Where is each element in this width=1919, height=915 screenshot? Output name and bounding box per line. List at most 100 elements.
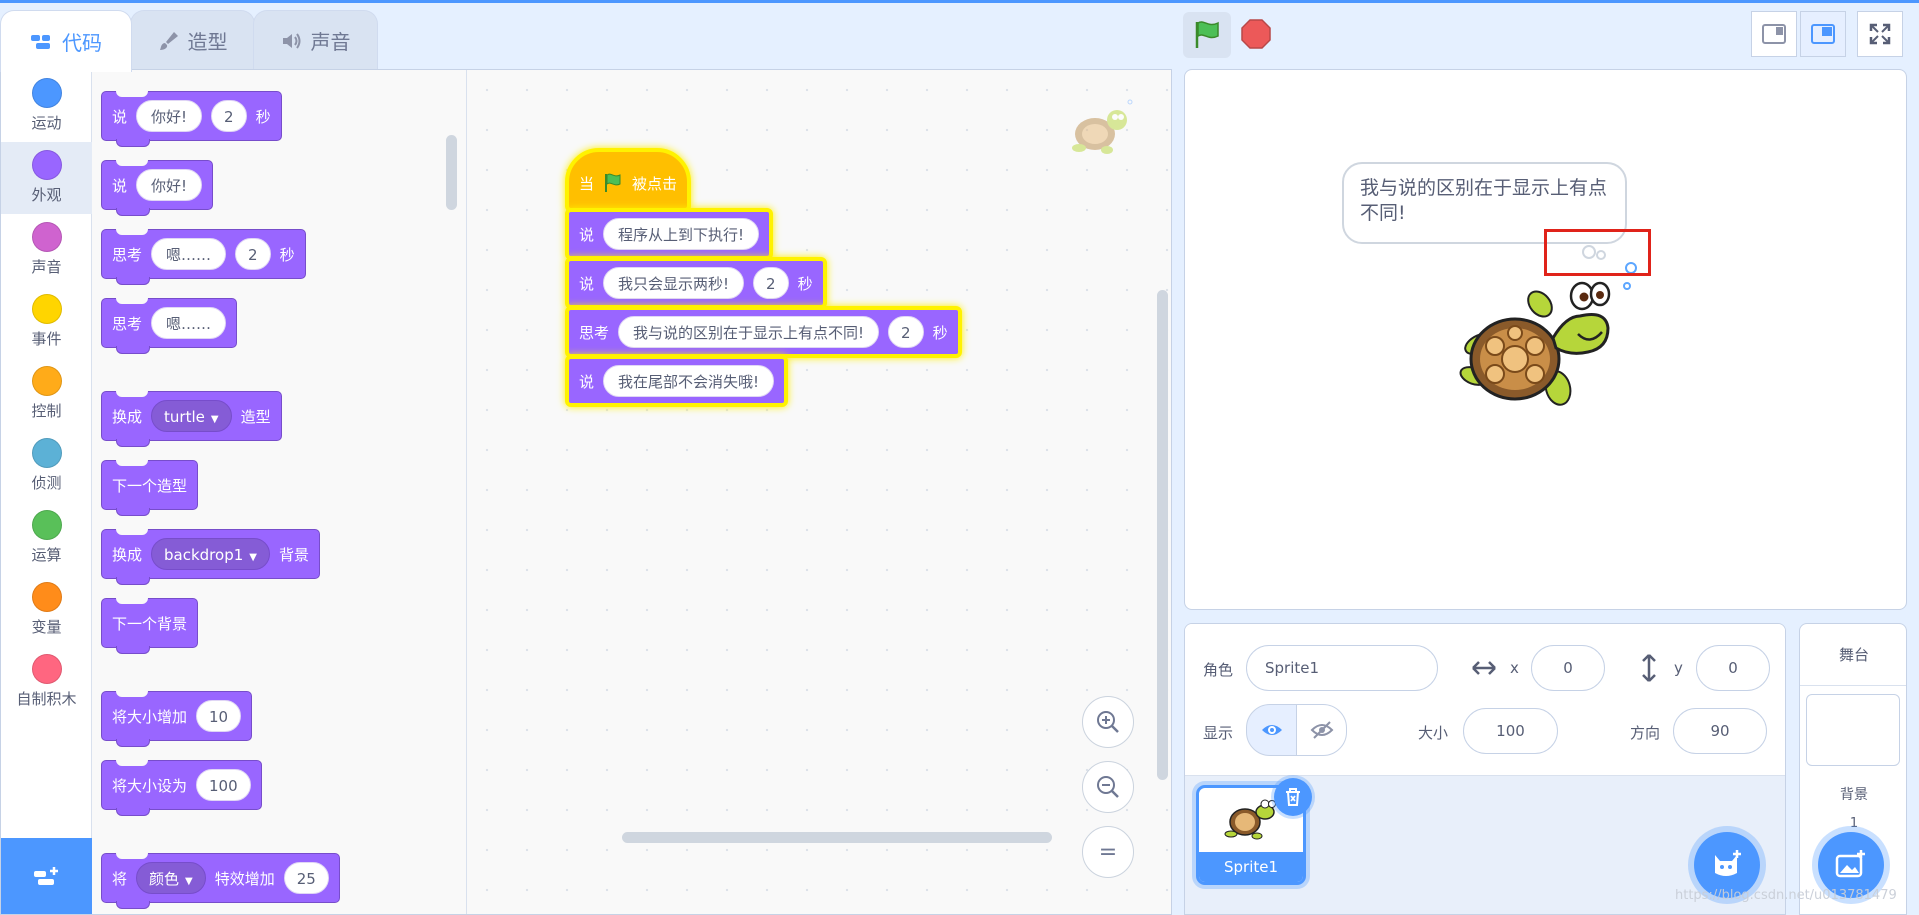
x-input[interactable]: 0 bbox=[1531, 645, 1605, 691]
block-suffix: 背景 bbox=[278, 545, 309, 564]
zoom-in-button[interactable] bbox=[1082, 696, 1134, 748]
zoom-out-button[interactable] bbox=[1082, 761, 1134, 813]
zoom-reset-button[interactable]: = bbox=[1082, 826, 1134, 878]
stop-button[interactable] bbox=[1238, 16, 1274, 52]
palette-think-for-secs-block[interactable]: 思考 嗯…… 2 秒 bbox=[101, 229, 306, 285]
sprite-thumbnail-turtle-icon bbox=[1224, 799, 1276, 840]
palette-say-block[interactable]: 说 你好! bbox=[101, 160, 214, 216]
category-operators[interactable]: 运算 bbox=[1, 502, 92, 574]
category-events[interactable]: 事件 bbox=[1, 286, 92, 358]
caret-down-icon: ▼ bbox=[210, 414, 219, 425]
hat-suffix: 被点击 bbox=[632, 175, 678, 193]
script-say-block[interactable]: 说 程序从上到下执行! bbox=[565, 208, 774, 260]
x-label: x bbox=[1510, 659, 1519, 677]
show-sprite-button[interactable] bbox=[1246, 704, 1297, 756]
category-my-blocks[interactable]: 自制积木 bbox=[1, 646, 92, 718]
backdrop-dropdown[interactable]: backdrop1 ▼ bbox=[151, 538, 270, 570]
backdrops-count: 1 bbox=[1849, 816, 1859, 831]
palette-change-size-block[interactable]: 将大小增加 10 bbox=[101, 691, 253, 747]
say-text-input[interactable]: 我只会显示两秒! bbox=[603, 267, 745, 299]
block-op: 说 bbox=[579, 372, 595, 391]
size-change-input[interactable]: 10 bbox=[196, 700, 242, 732]
add-extension-button[interactable] bbox=[1, 838, 92, 914]
eye-slash-icon bbox=[1310, 721, 1333, 739]
costume-dropdown[interactable]: turtle ▼ bbox=[151, 400, 232, 432]
turtle-sprite[interactable] bbox=[1448, 276, 1618, 421]
when-flag-clicked-hat-block[interactable]: 当 被点击 bbox=[565, 148, 691, 212]
palette-change-effect-block[interactable]: 将 颜色 ▼ 特效增加 25 bbox=[101, 853, 340, 909]
brush-icon bbox=[159, 31, 178, 50]
canvas-vertical-scrollbar[interactable] bbox=[1157, 290, 1168, 780]
say-text-input[interactable]: 你好! bbox=[136, 100, 203, 132]
secs-input[interactable]: 2 bbox=[211, 100, 247, 132]
category-label: 变量 bbox=[31, 618, 62, 636]
block-unit: 秒 bbox=[255, 107, 271, 126]
costume-value: turtle bbox=[164, 408, 205, 426]
category-label: 外观 bbox=[31, 186, 62, 204]
zoom-reset-icon: = bbox=[1098, 839, 1118, 865]
tab-costumes[interactable]: 造型 bbox=[130, 10, 255, 70]
script-say-for-secs-block[interactable]: 说 我只会显示两秒! 2 秒 bbox=[565, 257, 827, 309]
block-op: 思考 bbox=[579, 323, 610, 342]
size-input[interactable]: 100 bbox=[1463, 708, 1558, 754]
hat-prefix: 当 bbox=[579, 175, 595, 193]
stop-icon bbox=[1241, 19, 1271, 49]
palette-next-backdrop-block[interactable]: 下一个背景 bbox=[101, 598, 199, 654]
say-text-input[interactable]: 程序从上到下执行! bbox=[603, 218, 760, 250]
palette-think-block[interactable]: 思考 嗯…… bbox=[101, 298, 238, 354]
vertical-arrows-icon bbox=[1642, 654, 1656, 682]
say-text-input[interactable]: 你好! bbox=[136, 169, 203, 201]
hide-sprite-button[interactable] bbox=[1296, 704, 1347, 756]
effect-amount-input[interactable]: 25 bbox=[283, 862, 329, 894]
block-op: 将大小增加 bbox=[112, 707, 188, 726]
effect-dropdown[interactable]: 颜色 ▼ bbox=[136, 862, 206, 894]
say-text-input[interactable]: 我在尾部不会消失哦! bbox=[603, 365, 775, 397]
fullscreen-icon bbox=[1869, 23, 1891, 45]
direction-label: 方向 bbox=[1630, 724, 1661, 742]
palette-say-for-secs-block[interactable]: 说 你好! 2 秒 bbox=[101, 91, 282, 147]
secs-input[interactable]: 2 bbox=[753, 267, 789, 299]
category-motion[interactable]: 运动 bbox=[1, 70, 92, 142]
palette-scrollbar[interactable] bbox=[446, 135, 457, 210]
canvas-horizontal-scrollbar[interactable] bbox=[622, 832, 1052, 843]
editor-tabs: 代码 造型 声音 bbox=[0, 10, 1175, 72]
palette-set-size-block[interactable]: 将大小设为 100 bbox=[101, 760, 262, 816]
tab-code-label: 代码 bbox=[62, 31, 102, 55]
variables-dot-icon bbox=[31, 582, 62, 612]
tab-costumes-label: 造型 bbox=[187, 30, 228, 54]
category-sensing[interactable]: 侦测 bbox=[1, 430, 92, 502]
sprite-name-input[interactable]: Sprite1 bbox=[1246, 645, 1438, 691]
category-looks[interactable]: 外观 bbox=[1, 142, 92, 214]
add-sprite-cat-icon bbox=[1715, 850, 1741, 876]
palette-switch-costume-block[interactable]: 换成 turtle ▼ 造型 bbox=[101, 391, 282, 447]
normal-stage-button[interactable] bbox=[1800, 11, 1846, 57]
small-stage-button[interactable] bbox=[1751, 11, 1797, 57]
y-input[interactable]: 0 bbox=[1696, 645, 1770, 691]
size-set-input[interactable]: 100 bbox=[196, 769, 251, 801]
tab-code[interactable]: 代码 bbox=[0, 10, 132, 72]
palette-switch-backdrop-block[interactable]: 换成 backdrop1 ▼ 背景 bbox=[101, 529, 320, 585]
category-sound[interactable]: 声音 bbox=[1, 214, 92, 286]
category-control[interactable]: 控制 bbox=[1, 358, 92, 430]
category-label: 侦测 bbox=[31, 474, 62, 492]
block-op: 思考 bbox=[112, 245, 143, 264]
think-text-input[interactable]: 嗯…… bbox=[151, 307, 227, 339]
fullscreen-button[interactable] bbox=[1857, 11, 1903, 57]
secs-input[interactable]: 2 bbox=[888, 316, 924, 348]
script-think-for-secs-block[interactable]: 思考 我与说的区别在于显示上有点不同! 2 秒 bbox=[565, 306, 962, 358]
category-label: 声音 bbox=[31, 258, 62, 276]
palette-next-costume-block[interactable]: 下一个造型 bbox=[101, 460, 199, 516]
green-flag-button[interactable] bbox=[1183, 12, 1231, 58]
tab-sounds[interactable]: 声音 bbox=[253, 10, 378, 70]
green-flag-icon bbox=[1195, 21, 1219, 48]
sprite-name-value: Sprite1 bbox=[1265, 659, 1320, 677]
category-variables[interactable]: 变量 bbox=[1, 574, 92, 646]
block-suffix: 特效增加 bbox=[214, 869, 275, 888]
think-text-input[interactable]: 我与说的区别在于显示上有点不同! bbox=[618, 316, 880, 348]
delete-sprite-button[interactable] bbox=[1274, 778, 1312, 816]
caret-down-icon: ▼ bbox=[249, 552, 257, 563]
secs-input[interactable]: 2 bbox=[235, 238, 271, 270]
direction-input[interactable]: 90 bbox=[1673, 708, 1767, 754]
think-text-input[interactable]: 嗯…… bbox=[151, 238, 227, 270]
script-say-block[interactable]: 说 我在尾部不会消失哦! bbox=[565, 355, 789, 407]
